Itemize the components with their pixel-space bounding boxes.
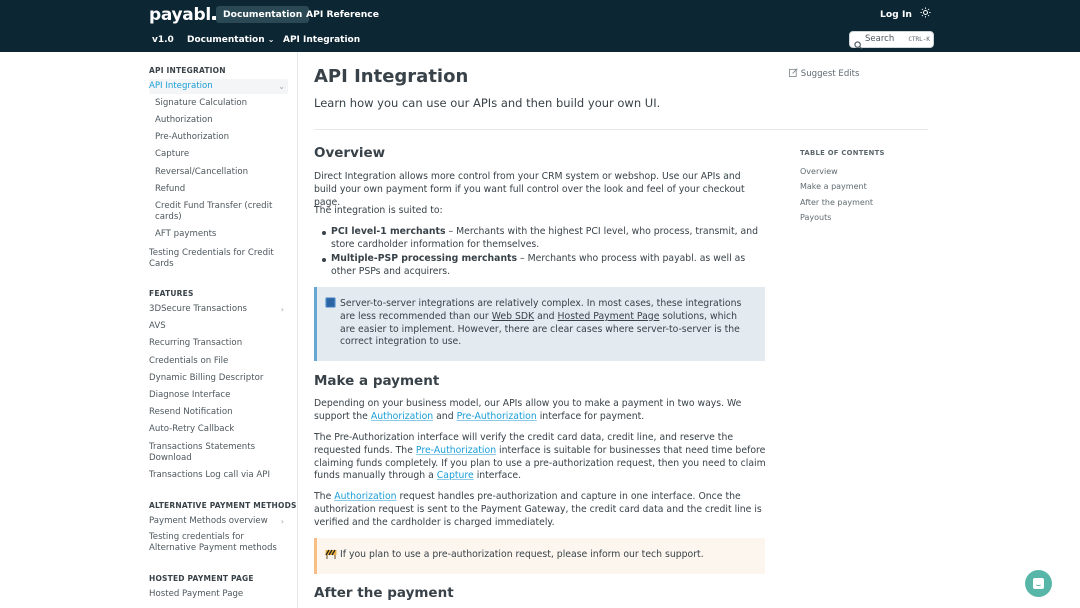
- sidebar-section-alternative-payments: ALTERNATIVE PAYMENT METHODS: [149, 501, 297, 510]
- theme-toggle-sun-icon[interactable]: [918, 7, 933, 22]
- chevron-right-icon: ›: [280, 517, 284, 526]
- toc-item-make-a-payment[interactable]: Make a payment: [800, 182, 867, 191]
- sidebar-item-diagnose[interactable]: Diagnose Interface: [149, 390, 287, 401]
- sidebar-item-signature-calculation[interactable]: Signature Calculation: [155, 98, 275, 109]
- make-payment-paragraph-3: The Authorization request handles pre-au…: [314, 491, 762, 528]
- book-icon: [325, 297, 336, 311]
- sidebar-item-reversal[interactable]: Reversal/Cancellation: [155, 167, 275, 178]
- payabl-logo[interactable]: payabl: [149, 5, 217, 25]
- sidebar-item-3dsecure[interactable]: 3DSecure Transactions ›: [149, 304, 287, 315]
- warning-callout: If you plan to use a pre-authorization r…: [314, 538, 765, 574]
- web-sdk-link[interactable]: Web SDK: [492, 311, 534, 322]
- pre-authorization-link[interactable]: Pre-Authorization: [457, 411, 537, 422]
- page-lead: Learn how you can use our APIs and then …: [314, 96, 661, 110]
- chevron-right-icon: ›: [280, 305, 284, 314]
- heading-after-the-payment: After the payment: [314, 585, 454, 601]
- warning-callout-text: If you plan to use a pre-authorization r…: [340, 549, 704, 560]
- toc-item-after-the-payment[interactable]: After the payment: [800, 198, 873, 207]
- sidebar-section-api-integration: API INTEGRATION: [149, 66, 226, 75]
- hosted-payment-page-link[interactable]: Hosted Payment Page: [558, 311, 660, 322]
- sidebar-item-authorization[interactable]: Authorization: [155, 115, 275, 126]
- nav-documentation[interactable]: Documentation: [216, 6, 310, 23]
- sidebar-item-aft-payments[interactable]: AFT payments: [155, 229, 275, 240]
- sidebar-item-pre-authorization[interactable]: Pre-Authorization: [155, 132, 275, 143]
- sidebar-item-recurring[interactable]: Recurring Transaction: [149, 338, 287, 349]
- list-item-pci: PCI level-1 merchants – Merchants with t…: [322, 226, 766, 252]
- divider: [314, 129, 928, 130]
- chat-launcher-button[interactable]: [1025, 570, 1052, 597]
- sidebar-item-auto-retry[interactable]: Auto-Retry Callback: [149, 424, 287, 435]
- list-item-multi-psp: Multiple-PSP processing merchants – Merc…: [322, 253, 766, 279]
- sidebar-item-dynamic-billing[interactable]: Dynamic Billing Descriptor: [149, 373, 287, 384]
- construction-icon: [325, 549, 337, 562]
- sidebar-item-credit-fund-transfer[interactable]: Credit Fund Transfer (credit cards): [155, 201, 275, 223]
- version-selector[interactable]: v1.0: [152, 32, 174, 48]
- search-icon: [854, 35, 863, 54]
- sidebar-item-payment-methods-overview[interactable]: Payment Methods overview ›: [149, 516, 287, 527]
- heading-make-a-payment: Make a payment: [314, 373, 440, 389]
- toc-item-payouts[interactable]: Payouts: [800, 213, 831, 222]
- info-callout: Server-to-server integrations are relati…: [314, 287, 765, 361]
- authorization-link[interactable]: Authorization: [334, 491, 396, 502]
- toc-item-overview[interactable]: Overview: [800, 167, 838, 176]
- page-title: API Integration: [314, 66, 469, 87]
- sidebar-item-capture[interactable]: Capture: [155, 149, 275, 160]
- pre-authorization-link[interactable]: Pre-Authorization: [416, 445, 496, 456]
- chat-icon: [1033, 578, 1044, 589]
- sidebar-item-credentials-on-file[interactable]: Credentials on File: [149, 356, 287, 367]
- sidebar-item-refund[interactable]: Refund: [155, 184, 275, 195]
- api-integration-link[interactable]: API Integration: [283, 32, 360, 48]
- authorization-link[interactable]: Authorization: [371, 411, 433, 422]
- edit-icon: [789, 68, 798, 79]
- login-link[interactable]: Log In: [880, 6, 912, 23]
- sidebar-item-hosted-payment-page[interactable]: Hosted Payment Page: [149, 589, 287, 600]
- overview-paragraph-2: The integration is suited to:: [314, 205, 443, 216]
- sidebar-section-features: FEATURES: [149, 289, 194, 298]
- search-input[interactable]: Search CTRL-K: [849, 31, 934, 50]
- nav-api-reference[interactable]: API Reference: [299, 6, 386, 23]
- info-callout-text: Server-to-server integrations are relati…: [340, 298, 742, 348]
- search-shortcut: CTRL-K: [908, 36, 930, 43]
- top-navigation-bar: payabl Documentation API Reference Log I…: [0, 0, 1080, 52]
- chevron-down-icon: ⌄: [278, 82, 285, 91]
- sidebar-section-hosted-payment-page: HOSTED PAYMENT PAGE: [149, 574, 254, 583]
- sidebar-item-testing-credentials[interactable]: Testing Credentials for Credit Cards: [149, 248, 274, 270]
- make-payment-paragraph-2: The Pre-Authorization interface will ver…: [314, 432, 766, 482]
- sidebar-item-statements-download[interactable]: Transactions Statements Download: [149, 442, 264, 464]
- sidebar-item-resend-notification[interactable]: Resend Notification: [149, 407, 287, 418]
- chevron-down-icon: ⌄: [267, 35, 275, 44]
- search-placeholder: Search: [865, 34, 895, 44]
- sidebar-item-testing-credentials-apm[interactable]: Testing credentials for Alternative Paym…: [149, 532, 287, 554]
- suggest-edits-link[interactable]: Suggest Edits: [789, 68, 860, 79]
- sidebar-item-transactions-log[interactable]: Transactions Log call via API: [149, 470, 287, 481]
- sidebar-item-api-integration[interactable]: API Integration ⌄: [149, 79, 288, 94]
- overview-paragraph-1: Direct Integration allows more control f…: [314, 171, 745, 208]
- sidebar-item-avs[interactable]: AVS: [149, 321, 287, 332]
- make-payment-paragraph-1: Depending on your business model, our AP…: [314, 398, 742, 422]
- capture-link[interactable]: Capture: [437, 470, 474, 481]
- toc-title: TABLE OF CONTENTS: [800, 149, 885, 157]
- heading-overview: Overview: [314, 145, 386, 161]
- documentation-dropdown[interactable]: Documentation ⌄: [187, 32, 274, 48]
